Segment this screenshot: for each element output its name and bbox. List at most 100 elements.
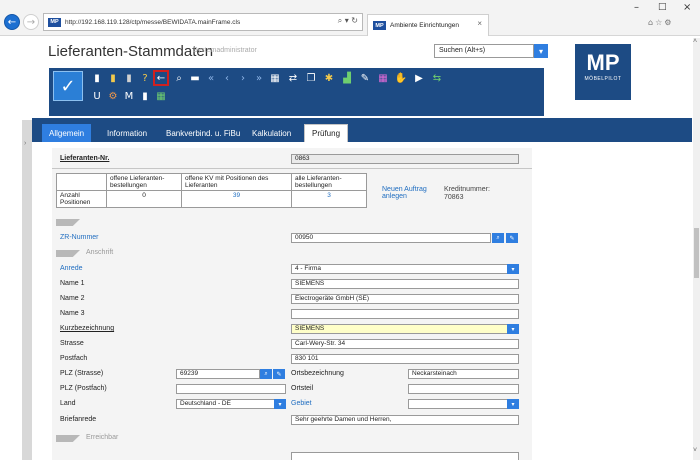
kreditornummer-label: Kreditnummer:	[444, 186, 490, 193]
ortsbezeichnung-label: Ortsbezeichnung	[291, 370, 344, 377]
grid-icon[interactable]: ▦	[155, 90, 167, 102]
print-icon[interactable]: ▬	[189, 72, 201, 84]
tab-bar: Allgemein Information Bankverbind. u. Fi…	[32, 118, 692, 142]
ortsbezeichnung-field[interactable]: Neckarsteinach	[408, 369, 519, 379]
kurzbezeichnung-label: Kurzbezeichnung	[60, 325, 115, 332]
zr-edit-button[interactable]: ✎	[506, 233, 518, 243]
postfach-label: Postfach	[60, 355, 88, 362]
zr-search-button[interactable]: ⌕	[492, 233, 504, 243]
address-bar[interactable]: MP http://192.168.119.128/ctp/messe/BEWI…	[43, 13, 363, 31]
kurzbezeichnung-field[interactable]: SIEMENS	[291, 324, 519, 334]
search-icon[interactable]: ⌕	[173, 72, 185, 84]
anrede-label[interactable]: Anrede	[60, 265, 83, 272]
tab-pruefung[interactable]: Prüfung	[304, 124, 349, 142]
toolbar-letter-m[interactable]: M	[123, 90, 135, 102]
neuer-auftrag-link[interactable]: Neuen Auftrag anlegen	[382, 186, 427, 200]
browser-tab[interactable]: MP Ambiente Einrichtungen ×	[367, 14, 489, 36]
link-icon[interactable]: ⇄	[287, 72, 299, 84]
side-panel-toggle[interactable]: ›	[22, 120, 32, 460]
lieferanten-nr-field[interactable]: 0863	[291, 154, 519, 164]
next-icon[interactable]: ›	[237, 72, 249, 84]
notes-icon[interactable]: ▮	[107, 72, 119, 84]
land-select[interactable]: Deutschland - DE	[176, 399, 286, 409]
settings-gear-icon[interactable]: ⚙	[107, 90, 119, 102]
tab-information[interactable]: Information	[100, 124, 154, 142]
chart-icon[interactable]: ▟	[341, 72, 353, 84]
kv-row-label: Anzahl Positionen	[56, 190, 107, 208]
anrede-dropdown-button[interactable]: ▾	[507, 264, 519, 274]
document-icon[interactable]: ▮	[91, 72, 103, 84]
first-icon[interactable]: «	[205, 72, 217, 84]
help-icon[interactable]: ?	[139, 72, 151, 84]
plz-postfach-field[interactable]	[176, 384, 286, 394]
info-icon[interactable]: ✋	[395, 72, 407, 84]
scroll-up-icon[interactable]: ˄	[693, 38, 697, 45]
plz-search-button[interactable]: ⌕	[260, 369, 272, 379]
kv-value-2[interactable]: 39	[181, 190, 292, 208]
tab-kalkulation[interactable]: Kalkulation	[245, 124, 298, 142]
search-dropdown-button[interactable]: ▾	[534, 44, 548, 58]
minimize-icon[interactable]: –	[634, 2, 639, 13]
tab-title: Ambiente Einrichtungen	[390, 22, 460, 29]
address-bar-icons[interactable]: ⌕ ▾ ↻	[338, 16, 358, 26]
postfach-field[interactable]: 830 101	[291, 354, 519, 364]
strasse-field[interactable]: Carl-Wery-Str. 34	[291, 339, 519, 349]
url-text: http://192.168.119.128/ctp/messe/BEWIDAT…	[65, 18, 241, 26]
save-check-button[interactable]: ✓	[53, 71, 83, 101]
zr-nummer-field[interactable]: 00950	[291, 233, 491, 243]
section-collapse-1[interactable]	[52, 218, 532, 228]
kv-summary-table: offene Lieferanten-bestellungen offene K…	[56, 173, 367, 208]
ortsteil-field[interactable]	[408, 384, 519, 394]
plz-edit-button[interactable]: ✎	[273, 369, 285, 379]
briefanrede-field[interactable]: Sehr geehrte Damen und Herren,	[291, 415, 519, 425]
plz-strasse-field[interactable]: 69239	[176, 369, 260, 379]
scroll-thumb[interactable]	[694, 228, 699, 278]
export-icon[interactable]: ▶	[413, 72, 425, 84]
browser-forward-button[interactable]: →	[23, 14, 39, 30]
copy-icon[interactable]: ❐	[305, 72, 317, 84]
toolbar-letter-u[interactable]: U	[91, 90, 103, 102]
name1-field[interactable]: SIEMENS	[291, 279, 519, 289]
favicon: MP	[48, 17, 61, 27]
user-role: Systemadministrator	[193, 47, 257, 54]
scrollbar[interactable]: ˄ ˅	[693, 38, 700, 460]
anrede-select[interactable]: 4 - Firma	[291, 264, 519, 274]
table-icon[interactable]: ▦	[269, 72, 281, 84]
gebiet-label[interactable]: Gebiet	[291, 400, 312, 407]
gebiet-dropdown-button[interactable]: ▾	[507, 399, 519, 409]
maximize-icon[interactable]: □	[658, 2, 667, 12]
name3-field[interactable]	[291, 309, 519, 319]
plz-strasse-label: PLZ (Strasse)	[60, 370, 104, 377]
tab-allgemein[interactable]: Allgemein	[42, 124, 92, 142]
zr-nummer-label[interactable]: ZR-Nummer	[60, 234, 99, 241]
land-dropdown-button[interactable]: ▾	[274, 399, 286, 409]
transfer-icon[interactable]: ⇆	[431, 72, 443, 84]
trash-icon[interactable]: ▮	[123, 72, 135, 84]
settings-icon[interactable]: ✱	[323, 72, 335, 84]
document-small-icon[interactable]: ▮	[139, 90, 151, 102]
section-erreichbar[interactable]: Erreichbar	[52, 434, 532, 444]
tab-favicon: MP	[373, 21, 386, 30]
edit-icon[interactable]: ✎	[359, 72, 371, 84]
tab-bankverbindung[interactable]: Bankverbind. u. FiBu	[159, 124, 247, 142]
last-icon[interactable]: »	[253, 72, 265, 84]
section-anschrift[interactable]: Anschrift	[52, 249, 532, 259]
kurzbezeichnung-dropdown-button[interactable]: ▾	[507, 324, 519, 334]
prev-icon[interactable]: ‹	[221, 72, 233, 84]
browser-back-button[interactable]: ←	[4, 14, 20, 30]
browser-chrome: ← → MP http://192.168.119.128/ctp/messe/…	[0, 0, 700, 36]
tab-close-icon[interactable]: ×	[477, 19, 482, 28]
search-input[interactable]: Suchen (Alt+s)	[434, 44, 534, 58]
erreichbar-field[interactable]	[291, 452, 519, 460]
name2-field[interactable]: Electrogeräte GmbH (SE)	[291, 294, 519, 304]
kv-value-3[interactable]: 3	[291, 190, 367, 208]
app-header: Lieferanten-Stammdaten Systemadministrat…	[32, 36, 692, 116]
calendar-icon[interactable]: ▦	[377, 72, 389, 84]
scroll-down-icon[interactable]: ˅	[693, 447, 697, 454]
browser-toolbar-icons[interactable]: ⌂☆⚙	[648, 18, 673, 27]
gebiet-select[interactable]	[408, 399, 519, 409]
close-window-icon[interactable]: ×	[683, 2, 691, 13]
main-toolbar: ✓ ▮ ▮ ▮ ? ← ⌕ ▬ « ‹ › » ▦ ⇄ ❐ ✱ ▟ ✎ ▦ ✋ …	[49, 68, 544, 116]
strasse-label: Strasse	[60, 340, 84, 347]
back-arrow-icon[interactable]: ←	[153, 70, 169, 86]
